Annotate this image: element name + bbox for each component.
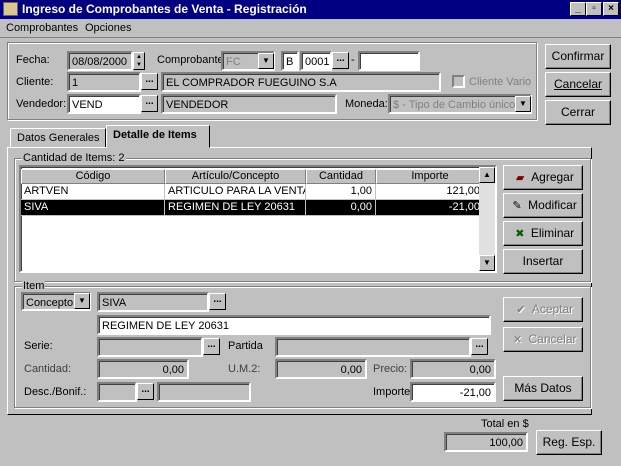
cantidad-label: Cantidad:	[24, 363, 72, 375]
cell-importe: -21,00	[376, 200, 484, 216]
item-descripcion-field[interactable]: REGIMEN DE LEY 20631	[97, 315, 491, 335]
cell-articulo: ARTICULO PARA LA VENTA	[165, 184, 306, 200]
column-header-articulo[interactable]: Artículo/Concepto	[165, 169, 306, 184]
column-header-importe[interactable]: Importe	[376, 169, 484, 184]
total-field: 100,00	[444, 432, 528, 452]
item-cancelar-button[interactable]: ✕ Cancelar	[503, 327, 583, 352]
window-title: Ingreso de Comprobantes de Venta - Regis…	[22, 2, 307, 16]
items-scrollbar[interactable]: ▲ ▼	[479, 167, 495, 271]
pto-venta-lookup-button[interactable]: ...	[332, 52, 349, 69]
eliminar-label: Eliminar	[530, 226, 575, 240]
tipo-dropdown-icon[interactable]: ▼	[74, 293, 90, 309]
x-icon: ✕	[512, 333, 523, 346]
vendedor-lookup-button[interactable]: ...	[141, 95, 158, 112]
letra-field[interactable]: B	[281, 51, 299, 71]
cell-articulo: REGIMEN DE LEY 20631	[165, 200, 306, 216]
column-header-codigo[interactable]: Código	[21, 169, 165, 184]
partida-lookup-button[interactable]: ...	[471, 338, 488, 355]
fecha-spinner[interactable]: ▲ ▼	[133, 52, 145, 70]
item-cancelar-label: Cancelar	[528, 332, 577, 346]
item-codigo-lookup-button[interactable]: ...	[209, 293, 226, 310]
modificar-label: Modificar	[528, 198, 577, 212]
close-button[interactable]: ×	[603, 2, 619, 16]
aceptar-label: Aceptar	[531, 302, 574, 316]
pto-venta-field[interactable]: 0001	[300, 51, 332, 71]
cell-cantidad: 1,00	[306, 184, 376, 200]
main-window: Ingreso de Comprobantes de Venta - Regis…	[0, 0, 621, 466]
aceptar-button[interactable]: ✔ Aceptar	[503, 297, 583, 322]
cantidad-field[interactable]: 0,00	[97, 359, 189, 379]
cerrar-button[interactable]: Cerrar	[545, 100, 611, 125]
cliente-name-field: EL COMPRADOR FUEGUINO S.A	[161, 72, 441, 92]
menu-comprobantes[interactable]: Comprobantes	[6, 22, 78, 34]
cliente-vario-checkbox[interactable]	[452, 75, 465, 88]
scroll-up-icon[interactable]: ▲	[479, 167, 495, 183]
maximize-button[interactable]: ▫	[586, 2, 602, 16]
modificar-button[interactable]: ✎ Modificar	[503, 193, 583, 218]
title-bar[interactable]: Ingreso de Comprobantes de Venta - Regis…	[0, 0, 621, 19]
cell-codigo: SIVA	[21, 200, 165, 216]
agregar-icon: ▰	[515, 171, 525, 184]
tab-detalle-items[interactable]: Detalle de Items	[106, 125, 210, 148]
items-grid[interactable]: Código Artículo/Concepto Cantidad Import…	[19, 165, 497, 273]
comprobante-label: Comprobante:	[157, 54, 227, 66]
precio-field[interactable]: 0,00	[410, 359, 496, 379]
vendedor-name-field: VENDEDOR	[161, 94, 337, 114]
app-icon	[3, 2, 18, 16]
confirmar-button[interactable]: Confirmar	[545, 44, 611, 69]
serie-lookup-button[interactable]: ...	[203, 338, 220, 355]
item-group-title: Item	[22, 280, 46, 292]
cliente-lookup-button[interactable]: ...	[141, 73, 158, 90]
partida-label: Partida	[228, 340, 263, 352]
fecha-label: Fecha:	[16, 54, 50, 66]
partida-field[interactable]	[275, 337, 471, 357]
minimize-button[interactable]: _	[570, 2, 586, 16]
eliminar-icon: ✖	[515, 227, 525, 240]
importe-field[interactable]: -21,00	[410, 382, 496, 402]
item-codigo-field[interactable]: SIVA	[97, 292, 209, 312]
cell-cantidad: 0,00	[306, 200, 376, 216]
um2-label: U.M.2:	[228, 363, 261, 375]
scroll-down-icon[interactable]: ▼	[479, 255, 495, 271]
importe-label: Importe:	[373, 386, 414, 398]
moneda-dropdown-icon[interactable]: ▼	[515, 96, 531, 112]
cell-codigo: ARTVEN	[21, 184, 165, 200]
insertar-button[interactable]: Insertar	[503, 249, 583, 274]
desc-bonif-detail-field	[157, 382, 251, 402]
check-icon: ✔	[516, 303, 526, 316]
items-count-title: Cantidad de Items: 2	[22, 152, 126, 164]
menu-opciones[interactable]: Opciones	[85, 22, 131, 34]
vendedor-label: Vendedor:	[16, 98, 67, 110]
total-label: Total en $	[481, 418, 529, 430]
desc-bonif-label: Desc./Bonif.:	[24, 386, 87, 398]
numero-field[interactable]	[358, 51, 420, 71]
agregar-button[interactable]: ▰ Agregar	[503, 165, 583, 190]
cliente-label: Cliente:	[16, 76, 54, 88]
precio-label: Precio:	[373, 363, 408, 375]
serie-label: Serie:	[24, 340, 53, 352]
um2-field[interactable]: 0,00	[275, 359, 367, 379]
reg-esp-button[interactable]: Reg. Esp.	[536, 430, 602, 455]
moneda-select[interactable]: $ - Tipo de Cambio único	[388, 94, 532, 114]
moneda-label: Moneda:	[345, 98, 388, 110]
fecha-field[interactable]: 08/08/2000	[67, 51, 133, 71]
menu-bar: Comprobantes Opciones	[0, 19, 621, 38]
modificar-icon: ✎	[512, 199, 522, 212]
cliente-code-field[interactable]: 1	[67, 72, 141, 92]
desc-bonif-lookup-button[interactable]: ...	[137, 383, 154, 400]
tab-datos-generales[interactable]: Datos Generales	[10, 128, 106, 148]
mas-datos-button[interactable]: Más Datos	[503, 376, 583, 401]
desc-bonif-field[interactable]	[97, 382, 137, 402]
column-header-cantidad[interactable]: Cantidad	[306, 169, 376, 184]
cliente-vario-label: Cliente Vario	[469, 76, 532, 88]
agregar-label: Agregar	[531, 170, 574, 184]
serie-field[interactable]	[97, 337, 203, 357]
cell-importe: 121,00	[376, 184, 484, 200]
numero-separator: -	[351, 54, 355, 66]
comprobante-dropdown-icon[interactable]: ▼	[258, 53, 274, 69]
vendedor-code-field[interactable]: VEND	[67, 94, 141, 114]
eliminar-button[interactable]: ✖ Eliminar	[503, 221, 583, 246]
cancelar-button[interactable]: Cancelar	[545, 72, 611, 97]
